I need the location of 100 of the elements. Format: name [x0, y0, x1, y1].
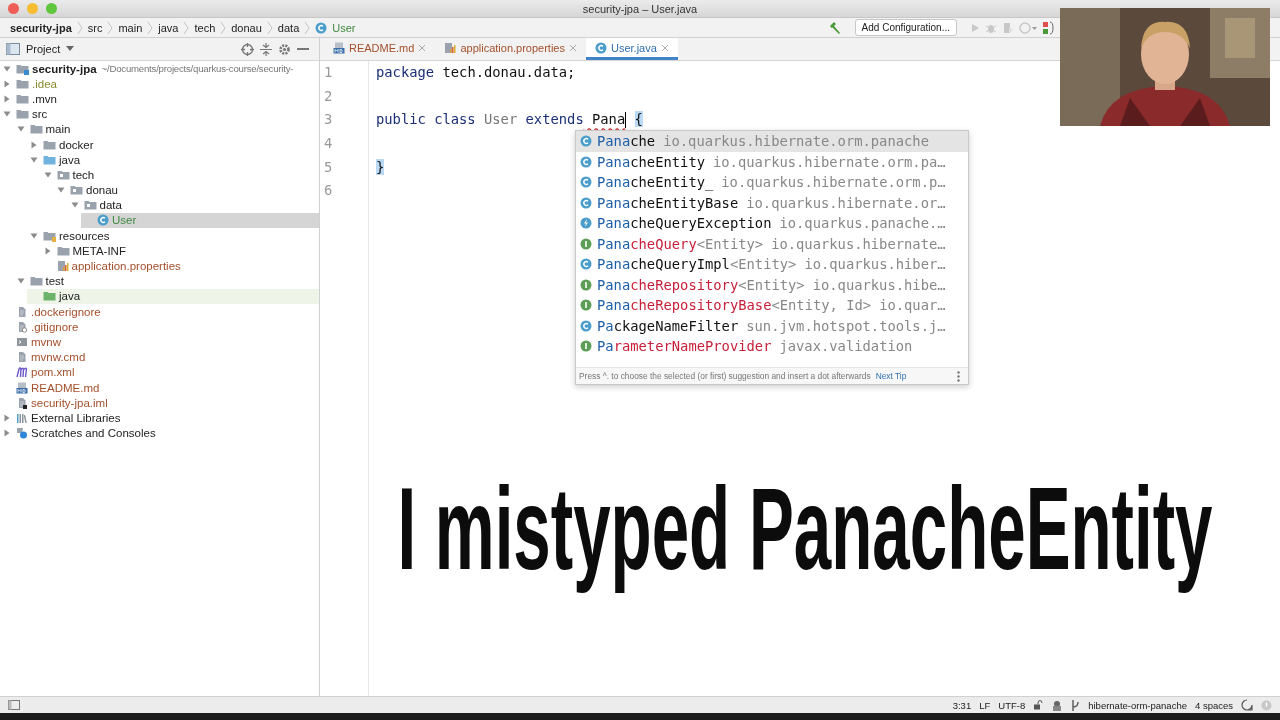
breadcrumb[interactable]: User	[332, 21, 356, 34]
git-branch[interactable]: hibernate-orm-panache	[1088, 699, 1187, 711]
completion-item[interactable]: PanacheQueryImpl<Entity> io.quarkus.hiber…	[576, 254, 968, 275]
line-separator[interactable]: LF	[979, 699, 991, 711]
scratches-icon	[16, 427, 28, 440]
tree-item[interactable]: data	[67, 197, 319, 213]
exception-class-icon	[580, 217, 592, 230]
profile-icon[interactable]	[1019, 21, 1037, 34]
expanded-arrow-icon[interactable]	[30, 231, 38, 240]
expanded-arrow-icon[interactable]	[30, 155, 38, 164]
tree-item[interactable]: application.properties	[40, 258, 319, 274]
folder-icon	[43, 138, 56, 151]
completion-item[interactable]: Pa rameterNameProvider javax.validation	[576, 336, 968, 357]
tree-item[interactable]: donau	[54, 182, 319, 198]
event-log-icon[interactable]	[1241, 699, 1253, 711]
file-encoding[interactable]: UTF-8	[998, 699, 1026, 711]
class-icon	[580, 176, 592, 189]
lock-icon[interactable]	[1033, 700, 1044, 710]
close-tab-icon[interactable]	[660, 43, 669, 52]
completion-item[interactable]: PanacheEntityBase io.quarkus.hibernate.or…	[576, 192, 968, 213]
tree-item[interactable]: test	[13, 273, 319, 289]
file-icon	[16, 396, 28, 409]
collapse-all-icon[interactable]	[260, 42, 272, 56]
tree-item[interactable]: security-jpa.iml	[0, 395, 319, 411]
tree-item[interactable]: .mvn	[0, 91, 319, 107]
breadcrumb[interactable]: java	[158, 21, 179, 34]
completion-item[interactable]: PanacheRepository<Entity> io.quarkus.hibe…	[576, 274, 968, 295]
tree-item[interactable]: mvnw.cmd	[0, 349, 319, 365]
code-line: public class User extends Pana {	[376, 111, 643, 128]
tree-item[interactable]: .gitignore	[0, 319, 319, 335]
line-number: 4	[323, 134, 334, 154]
settings-icon[interactable]	[278, 42, 291, 56]
next-tip-link[interactable]: Next Tip	[875, 371, 907, 381]
tree-item[interactable]: External Libraries	[0, 410, 319, 426]
collapsed-arrow-icon[interactable]	[30, 140, 38, 149]
breadcrumb[interactable]: security-jpa	[10, 21, 72, 34]
expanded-arrow-icon[interactable]	[3, 110, 11, 119]
tree-item[interactable]: resources	[27, 228, 319, 244]
branch-icon[interactable]	[1071, 699, 1081, 711]
tree-item[interactable]: docker	[27, 136, 319, 153]
expanded-arrow-icon[interactable]	[16, 277, 25, 286]
tree-item[interactable]: java	[27, 152, 319, 168]
collapsed-arrow-icon[interactable]	[3, 413, 11, 422]
editor-tab[interactable]: User.java	[586, 38, 678, 60]
breadcrumb[interactable]: tech	[194, 21, 216, 34]
close-window-button[interactable]	[8, 3, 19, 14]
tree-item[interactable]: .dockerignore	[0, 304, 319, 320]
tree-item[interactable]: .idea	[0, 76, 319, 92]
collapsed-arrow-icon[interactable]	[3, 79, 11, 88]
collapsed-arrow-icon[interactable]	[3, 94, 11, 103]
tree-item[interactable]: mvnw	[0, 334, 319, 350]
tree-item[interactable]: security-jpa ~/Documents/projects/quarkus-course/security-	[0, 61, 319, 77]
breadcrumb[interactable]: donau	[231, 21, 262, 34]
inspector-icon[interactable]	[1051, 699, 1064, 711]
hide-panel-icon[interactable]	[297, 47, 309, 51]
add-configuration-button[interactable]: Add Configuration...	[854, 19, 957, 36]
close-tab-icon[interactable]	[418, 43, 427, 52]
zoom-window-button[interactable]	[46, 3, 57, 14]
hammer-icon[interactable]	[827, 20, 842, 35]
tree-item-label: .gitignore	[31, 320, 79, 333]
close-tab-icon[interactable]	[569, 43, 577, 52]
markdown-file-icon	[16, 381, 28, 394]
collapsed-arrow-icon[interactable]	[3, 429, 11, 438]
tree-item[interactable]: java	[27, 288, 319, 304]
cursor-position[interactable]: 3:31	[952, 699, 972, 711]
collapsed-arrow-icon[interactable]	[43, 246, 52, 255]
editor-tab[interactable]: application.properties	[435, 38, 586, 60]
tree-item[interactable]: src	[0, 106, 319, 122]
completion-item[interactable]: Panache io.quarkus.hibernate.orm.panache	[576, 131, 968, 152]
expanded-arrow-icon[interactable]	[43, 170, 52, 179]
tree-item[interactable]: main	[13, 121, 319, 137]
panel-title[interactable]: Project	[26, 43, 61, 55]
tree-item-label: README.md	[31, 381, 100, 394]
breadcrumb[interactable]: main	[118, 21, 143, 34]
folder-icon	[43, 229, 56, 242]
tree-item[interactable]: README.md	[0, 379, 319, 396]
tree-item[interactable]: META-INF	[40, 243, 319, 259]
tree-item[interactable]: tech	[40, 167, 319, 183]
breadcrumb[interactable]: src	[87, 21, 103, 34]
vcs-update-icon[interactable]	[1042, 20, 1054, 35]
dropdown-caret-icon[interactable]	[66, 46, 75, 52]
completion-item[interactable]: PanacheRepositoryBase<Entity, Id> io.quar…	[576, 295, 968, 316]
more-options-icon[interactable]	[957, 370, 960, 382]
tool-windows-icon[interactable]	[8, 700, 20, 710]
completion-item[interactable]: PackageNameFilter sun.jvm.hotspot.tools.j…	[576, 315, 968, 336]
completion-item[interactable]: PanacheEntity io.quarkus.hibernate.orm.pa…	[576, 151, 968, 172]
locate-icon[interactable]	[241, 42, 254, 56]
tree-item-label: Scratches and Consoles	[31, 427, 156, 440]
editor-tab[interactable]: README.md	[324, 38, 436, 60]
completion-item[interactable]: PanacheEntity_ io.quarkus.hibernate.orm.p…	[576, 172, 968, 193]
tree-item[interactable]: Scratches and Consoles	[0, 425, 319, 441]
tree-item[interactable]: pom.xml	[0, 364, 319, 380]
completion-item[interactable]: PanacheQueryException io.quarkus.panache.…	[576, 213, 968, 234]
expanded-arrow-icon[interactable]	[70, 201, 79, 210]
expanded-arrow-icon[interactable]	[16, 125, 25, 134]
completion-item[interactable]: PanacheQuery<Entity> io.quarkus.hibernate…	[576, 233, 968, 254]
expanded-arrow-icon[interactable]	[3, 64, 11, 73]
breadcrumb[interactable]: data	[277, 21, 300, 34]
expanded-arrow-icon[interactable]	[57, 186, 65, 195]
indent-setting[interactable]: 4 spaces	[1194, 699, 1233, 711]
